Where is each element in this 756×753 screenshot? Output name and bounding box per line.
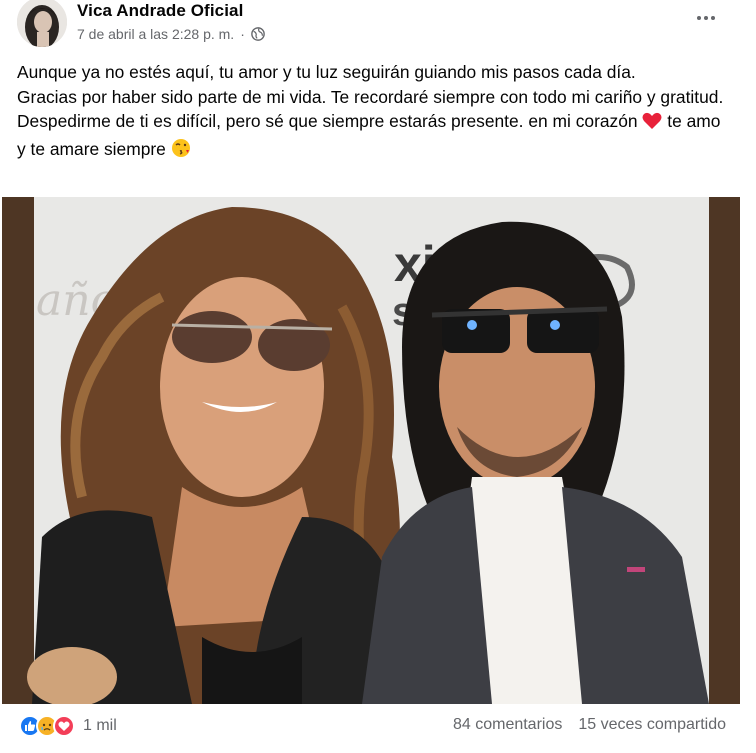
post-meta: 7 de abril a las 2:28 p. m. · bbox=[77, 26, 265, 42]
author-avatar[interactable] bbox=[17, 0, 67, 47]
post-footer: 1 mil 84 comentarios 15 veces compartido bbox=[0, 705, 756, 753]
love-icon bbox=[53, 715, 75, 737]
post-text-line: Despedirme de ti es difícil, pero sé que… bbox=[17, 109, 732, 164]
facebook-post: Vica Andrade Oficial 7 de abril a las 2:… bbox=[0, 0, 756, 753]
reaction-count[interactable]: 1 mil bbox=[83, 717, 117, 735]
separator: · bbox=[240, 26, 245, 42]
reactions-summary[interactable]: 1 mil bbox=[19, 715, 117, 737]
kiss-emoji bbox=[171, 138, 191, 165]
heart-emoji bbox=[642, 112, 662, 137]
post-header: Vica Andrade Oficial 7 de abril a las 2:… bbox=[0, 0, 756, 52]
post-text: Aunque ya no estés aquí, tu amor y tu lu… bbox=[17, 60, 732, 164]
author-name[interactable]: Vica Andrade Oficial bbox=[77, 1, 243, 21]
comments-count[interactable]: 84 comentarios bbox=[453, 716, 562, 734]
engagement-stats: 84 comentarios 15 veces compartido bbox=[453, 716, 726, 734]
post-text-line: Gracias por haber sido parte de mi vida.… bbox=[17, 86, 724, 107]
globe-icon bbox=[251, 27, 265, 41]
more-options-icon[interactable] bbox=[694, 8, 718, 28]
post-photo[interactable]: año xim sl bbox=[2, 197, 740, 704]
post-text-line: Aunque ya no estés aquí, tu amor y tu lu… bbox=[17, 62, 636, 82]
timestamp[interactable]: 7 de abril a las 2:28 p. m. bbox=[77, 26, 234, 42]
shares-count[interactable]: 15 veces compartido bbox=[578, 716, 726, 734]
